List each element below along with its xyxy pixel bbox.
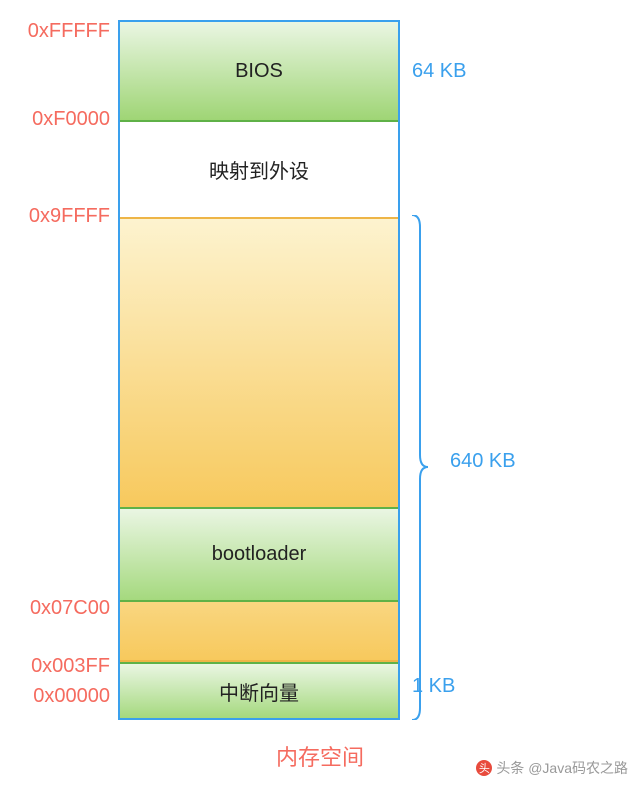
segment-usable-memory — [120, 217, 398, 507]
segment-bios: BIOS — [120, 22, 398, 122]
segment-bios-label: BIOS — [235, 60, 283, 83]
size-bios: 64 KB — [412, 60, 466, 83]
size-usable: 640 KB — [450, 450, 516, 473]
address-bottom: 0x00000 — [33, 685, 110, 708]
segment-peripherals: 映射到外设 — [120, 122, 398, 217]
watermark-icon: 头 — [476, 760, 492, 776]
segment-bootloader-label: bootloader — [212, 543, 307, 566]
segment-interrupt-vector: 中断向量 — [120, 662, 398, 718]
address-top: 0xFFFFF — [28, 20, 110, 43]
segment-ivt-label: 中断向量 — [219, 677, 299, 706]
segment-bootloader: bootloader — [120, 507, 398, 602]
address-bios-base: 0xF0000 — [32, 108, 110, 131]
segment-low-gap — [120, 602, 398, 662]
memory-map-diagram: BIOS 映射到外设 bootloader 中断向量 — [118, 20, 400, 720]
address-ivt-top: 0x003FF — [31, 655, 110, 678]
watermark: 头 头条 @Java码农之路 — [476, 758, 628, 778]
address-boot-base: 0x07C00 — [30, 597, 110, 620]
bracket-640kb — [410, 215, 430, 720]
segment-peripherals-label: 映射到外设 — [209, 155, 309, 184]
address-usable-top: 0x9FFFF — [29, 205, 110, 228]
watermark-text: 头条 @Java码农之路 — [496, 758, 628, 778]
